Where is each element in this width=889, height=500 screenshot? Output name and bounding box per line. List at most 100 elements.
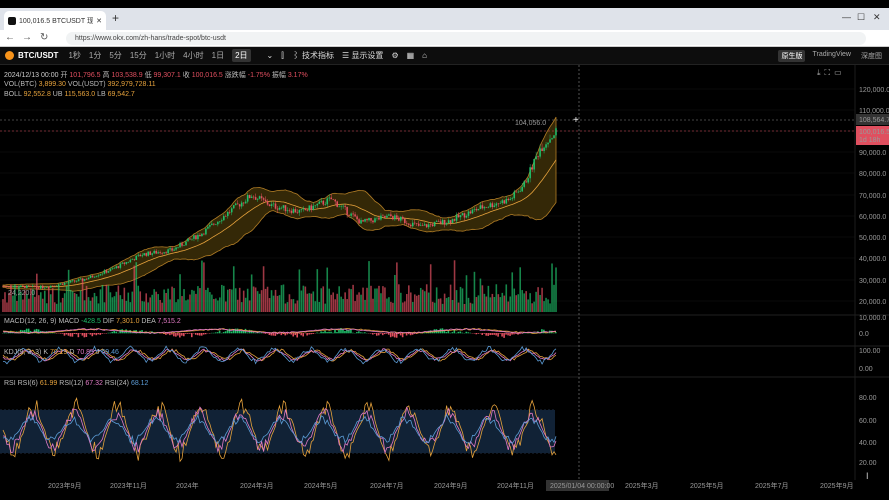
candle-body [81, 278, 84, 281]
tf-15m[interactable]: 15分 [130, 50, 147, 61]
macd-histogram-bar [59, 333, 62, 334]
close-window-icon[interactable]: ✕ [873, 12, 881, 23]
pair-selector[interactable]: BTC/USDT [18, 51, 58, 60]
view-native[interactable]: 原生版 [778, 50, 806, 62]
macd-histogram-bar [200, 333, 203, 336]
candle-body [53, 285, 56, 287]
volume-bar [161, 302, 163, 312]
candle-body [79, 278, 82, 280]
candle-type-icon[interactable]: ⫿ [281, 51, 284, 61]
forward-icon[interactable]: → [22, 32, 32, 43]
candle-body [223, 216, 225, 221]
volume-bar [394, 274, 396, 312]
tf-5m[interactable]: 5分 [109, 50, 121, 61]
kdj-tick-label: 100.00 [859, 348, 881, 355]
rsi-legend: RSI RSI(6) 61.99 RSI(12) 67.32 RSI(24) 6… [4, 380, 148, 387]
reload-icon[interactable]: ↻ [40, 32, 48, 43]
view-depth[interactable]: 深度图 [858, 50, 885, 62]
volume-bar [469, 302, 472, 312]
volume-bar [139, 291, 142, 312]
candlestick-chart[interactable]: + 120,000.0 110,000.0 90,000.0 80,000.0 70,0… [0, 65, 889, 500]
candle-body [137, 254, 140, 256]
volume-bar [417, 294, 420, 312]
candle-body [509, 199, 512, 201]
browser-tab[interactable]: 100,016.5 BTCUSDT 现货交易 | ... ✕ [4, 11, 106, 30]
candle-body [535, 156, 537, 160]
fullscreen-icon[interactable]: ⛶ [825, 68, 831, 78]
maximize-icon[interactable]: ☐ [857, 12, 865, 23]
macd-histogram-bar [3, 332, 6, 334]
volume-bar [529, 293, 531, 312]
candle-body [280, 207, 283, 209]
tf-1h[interactable]: 1小时 [155, 50, 175, 61]
candle-body [57, 284, 60, 286]
candle-body [411, 222, 414, 227]
price-tick-label: 80,000.0 [859, 171, 886, 178]
minimize-icon[interactable]: — [842, 12, 851, 22]
macd-histogram-bar [447, 330, 450, 334]
tf-1d[interactable]: 1日 [212, 50, 224, 61]
display-settings-button[interactable]: ☰ 显示设置 [342, 50, 383, 61]
candle-body [302, 208, 305, 210]
volume-bar [503, 295, 506, 312]
k-label: K [43, 349, 48, 356]
volume-bar [149, 297, 151, 312]
candle-body [30, 285, 32, 287]
candle-body [153, 250, 155, 254]
url-input[interactable]: https://www.okx.com/zh-hans/trade-spot/b… [66, 32, 866, 45]
volume-bar [175, 302, 177, 312]
volume-bar [129, 302, 132, 312]
volume-bar [226, 289, 229, 312]
macd-histogram-bar [167, 333, 169, 335]
rsi-tick-label: 80.00 [859, 395, 877, 402]
camera-icon[interactable]: ⌂ [422, 51, 427, 60]
macd-histogram-bar [445, 332, 448, 334]
candle-body [10, 287, 12, 288]
tf-4h[interactable]: 4小时 [183, 50, 203, 61]
candle-body [294, 209, 297, 213]
candle-body [181, 243, 183, 246]
volume-bar [404, 301, 406, 312]
view-tradingview[interactable]: TradingView [809, 50, 854, 62]
back-icon[interactable]: ← [5, 32, 15, 43]
settings-icon[interactable]: ⚙ [391, 51, 398, 60]
lb-value: 69,542.7 [107, 91, 135, 98]
macd-histogram-bar [296, 333, 298, 338]
volume-bar [374, 288, 376, 312]
change-label: 涨跌幅 [224, 72, 246, 79]
download-icon[interactable]: ⤓ [817, 68, 821, 78]
candle-body [338, 206, 340, 208]
volume-bar [453, 260, 456, 312]
candle-body [521, 186, 523, 192]
tf-1m[interactable]: 1分 [89, 50, 101, 61]
layout-icon[interactable]: ▦ [407, 51, 415, 60]
candle-body [431, 224, 434, 227]
countdown-label: 1d 18h [859, 137, 881, 144]
candle-body [501, 200, 504, 204]
volume-bar [119, 295, 122, 312]
tf-1s[interactable]: 1秒 [68, 50, 80, 61]
volume-bar [312, 291, 315, 312]
window-icon[interactable]: ▭ [834, 68, 842, 78]
indicators-button[interactable]: ⌇ 技术指标 [292, 50, 334, 61]
volume-bar [553, 284, 555, 312]
volume-bar [41, 298, 44, 312]
candle-body [376, 217, 378, 219]
close-tab-icon[interactable]: ✕ [96, 17, 102, 25]
volume-bar [433, 302, 436, 312]
volume-bar [296, 300, 299, 312]
volume-bar [105, 284, 108, 312]
volume-bar [320, 288, 323, 312]
candle-body [320, 200, 323, 202]
macd-histogram-bar [196, 333, 199, 336]
volume-bar [421, 289, 424, 312]
candle-body [173, 249, 175, 251]
macd-histogram-bar [499, 333, 501, 334]
volume-bar [479, 278, 482, 312]
tf-2d[interactable]: 2日 [232, 49, 251, 62]
new-tab-icon[interactable]: + [112, 11, 119, 25]
chevron-down-icon[interactable]: ⌄ [267, 51, 274, 60]
chart-area[interactable]: + 120,000.0 110,000.0 90,000.0 80,000.0 70,0… [0, 65, 889, 500]
price-tick-label: 20,000.0 [859, 299, 886, 306]
macd-histogram-bar [175, 333, 177, 337]
